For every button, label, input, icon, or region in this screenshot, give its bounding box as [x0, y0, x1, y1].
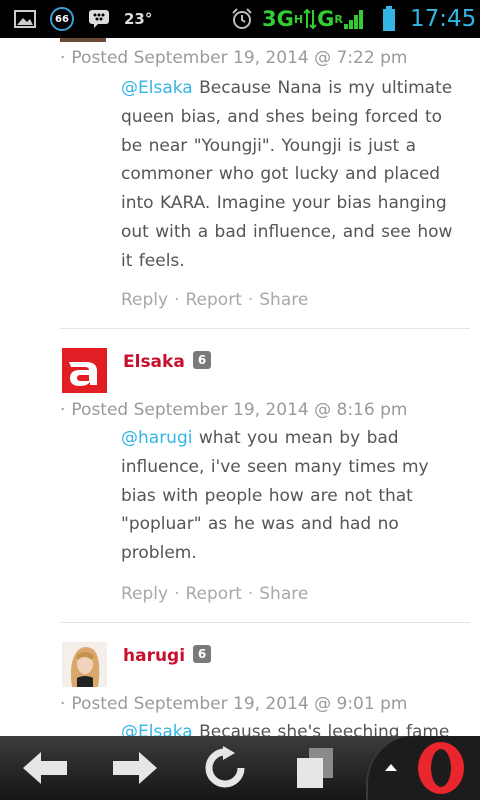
username[interactable]: Elsaka: [123, 352, 185, 372]
notification-count-icon: 66: [50, 0, 74, 38]
avatar-photo-icon: [62, 642, 107, 687]
avatar[interactable]: [62, 348, 107, 393]
opera-menu-button[interactable]: [366, 736, 480, 800]
network-type-3g: 3G: [262, 7, 294, 31]
comment-meta: · Posted September 19, 2014 @ 7:22 pm: [60, 48, 407, 68]
menu-up-icon: [385, 764, 397, 771]
comment-actions: Reply · Report · Share: [121, 290, 308, 310]
divider: [60, 622, 470, 623]
mention-link[interactable]: @harugi: [121, 428, 192, 448]
username[interactable]: harugi: [123, 646, 185, 666]
back-arrow-icon: [23, 752, 67, 784]
comments-list: · Posted September 19, 2014 @ 7:22 pm @El…: [0, 38, 480, 736]
comment-body: @Elsaka Because she's leeching fame: [121, 718, 469, 736]
alarm-icon: [230, 0, 254, 38]
divider: [60, 328, 470, 329]
mention-link[interactable]: @Elsaka: [121, 722, 193, 736]
clock: 17:45: [410, 6, 477, 32]
post-date: Posted September 19, 2014 @ 7:22 pm: [71, 48, 408, 68]
signal-arrows-icon: [303, 8, 317, 30]
gallery-icon: [14, 0, 36, 38]
forward-arrow-icon: [113, 752, 157, 784]
report-link[interactable]: Report: [186, 290, 242, 310]
reply-link[interactable]: Reply: [121, 290, 168, 310]
meta-bullet: ·: [60, 48, 66, 68]
reply-link[interactable]: Reply: [121, 584, 168, 604]
back-button[interactable]: [10, 736, 80, 800]
post-date: Posted September 19, 2014 @ 9:01 pm: [71, 694, 408, 714]
status-bar: 66 23° 3G H GR 17:45: [0, 0, 480, 38]
action-separator: ·: [174, 290, 180, 310]
avatar: [60, 38, 106, 42]
opera-logo-icon: [418, 742, 464, 794]
action-separator: ·: [247, 290, 254, 310]
tabs-button[interactable]: [280, 736, 350, 800]
comment-body: @harugi what you mean by bad influence, …: [121, 424, 469, 568]
avatar-a-logo-icon: [62, 348, 107, 393]
reload-icon: [205, 746, 245, 788]
action-separator: ·: [174, 584, 180, 604]
comment-meta: · Posted September 19, 2014 @ 8:16 pm: [60, 400, 407, 420]
post-date: Posted September 19, 2014 @ 8:16 pm: [71, 400, 408, 420]
action-separator: ·: [247, 584, 254, 604]
rank-badge: 6: [193, 351, 211, 369]
comment-text: Because she's leeching fame: [192, 722, 450, 736]
avatar[interactable]: [62, 642, 107, 687]
meta-bullet: ·: [60, 400, 66, 420]
share-link[interactable]: Share: [259, 584, 308, 604]
tabs-icon: [297, 748, 333, 788]
network-indicator: 3G H GR: [262, 0, 365, 38]
temperature: 23°: [124, 10, 153, 28]
bbm-icon: [88, 0, 110, 38]
mention-link[interactable]: @Elsaka: [121, 78, 193, 98]
network-sup-h: H: [293, 12, 304, 26]
network-sup-r: R: [334, 12, 343, 26]
browser-toolbar: [0, 736, 480, 800]
report-link[interactable]: Report: [186, 584, 242, 604]
comment-actions: Reply · Report · Share: [121, 584, 308, 604]
network-type-g: G: [317, 7, 335, 31]
reload-button[interactable]: [190, 736, 260, 800]
signal-bars-icon: [343, 10, 363, 29]
comment-text: what you mean by bad influence, i've see…: [121, 428, 429, 564]
battery-icon: [382, 0, 396, 38]
share-link[interactable]: Share: [259, 290, 308, 310]
comment-meta: · Posted September 19, 2014 @ 9:01 pm: [60, 694, 407, 714]
comment-text: Because Nana is my ultimate queen bias, …: [121, 78, 453, 271]
notification-count: 66: [50, 7, 74, 31]
comment-body: @Elsaka Because Nana is my ultimate quee…: [121, 74, 469, 276]
meta-bullet: ·: [60, 694, 66, 714]
rank-badge: 6: [193, 645, 211, 663]
forward-button[interactable]: [100, 736, 170, 800]
